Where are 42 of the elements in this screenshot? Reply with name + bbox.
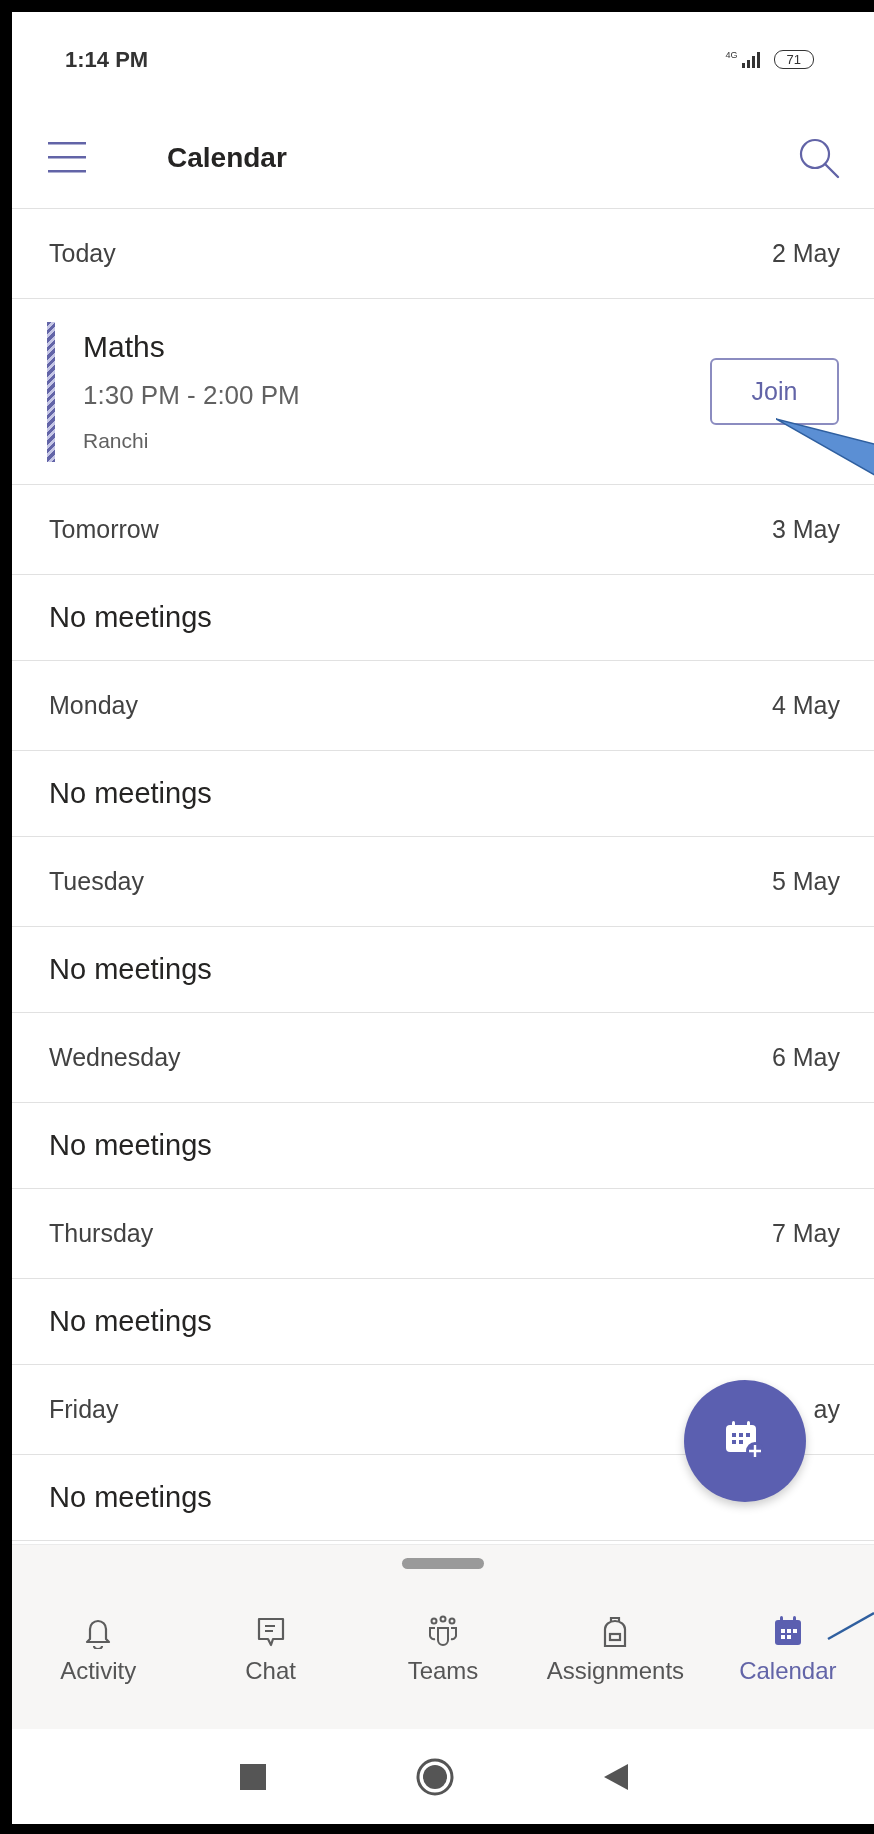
drag-handle[interactable] (402, 1558, 484, 1569)
new-event-button[interactable] (684, 1380, 806, 1502)
recents-icon[interactable] (240, 1763, 266, 1790)
tab-label[interactable]: Calendar (739, 1657, 837, 1685)
battery-level: 71 (773, 50, 814, 69)
day-label: Tuesday (49, 867, 144, 896)
no-meetings-text: No meetings (49, 1305, 212, 1338)
day-date: 7 May (771, 1219, 840, 1248)
day-date: 2 May (771, 239, 840, 268)
day-date: 3 May (771, 515, 840, 544)
event-location: Ranchi (83, 429, 150, 453)
day-date: ay (813, 1395, 840, 1424)
home-icon[interactable] (416, 1757, 454, 1796)
search-icon[interactable] (798, 136, 840, 179)
screen-title: Calendar (167, 141, 288, 174)
day-label: Tomorrow (49, 515, 159, 544)
day-label: Friday (49, 1395, 119, 1424)
event-title[interactable]: Maths (83, 330, 165, 364)
network-label: 4G (725, 50, 738, 60)
status-time: 1:14 PM (65, 46, 149, 73)
tab-label[interactable]: Chat (245, 1657, 296, 1685)
day-date: 6 May (771, 1043, 840, 1072)
day-label: Monday (49, 691, 138, 720)
no-meetings-text: No meetings (49, 601, 212, 634)
no-meetings-text: No meetings (49, 777, 212, 810)
back-icon[interactable] (604, 1763, 628, 1790)
tab-label[interactable]: Assignments (546, 1657, 685, 1685)
day-label: Wednesday (49, 1043, 181, 1072)
event-time: 1:30 PM - 2:00 PM (83, 380, 301, 411)
tab-label[interactable]: Activity (60, 1657, 137, 1685)
day-date: 5 May (771, 867, 840, 896)
no-meetings-text: No meetings (49, 953, 212, 986)
signal-icon (739, 51, 762, 69)
no-meetings-text: No meetings (49, 1481, 212, 1514)
day-date: 4 May (771, 691, 840, 720)
day-label: Thursday (49, 1219, 154, 1248)
menu-icon[interactable] (48, 142, 86, 173)
no-meetings-text: No meetings (49, 1129, 212, 1162)
tab-label[interactable]: Teams (407, 1657, 479, 1685)
people-icon[interactable] (427, 1615, 459, 1649)
day-label: Today (49, 239, 116, 268)
join-button[interactable]: Join (710, 358, 839, 425)
